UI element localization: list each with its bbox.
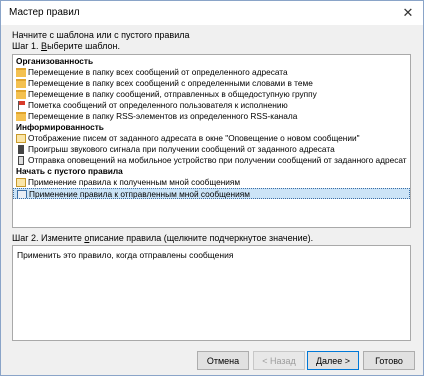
template-item[interactable]: Перемещение в папку сообщений, отправлен… <box>13 89 410 100</box>
template-item-label: Применение правила к полученным мной соо… <box>28 177 241 187</box>
intro-text: Начните с шаблона или с пустого правила <box>12 30 190 40</box>
folder-icon <box>16 112 26 121</box>
template-item-label: Применение правила к отправленным мной с… <box>29 189 250 199</box>
close-icon[interactable]: ✕ <box>393 1 423 25</box>
flag-icon <box>16 101 26 110</box>
template-item[interactable]: Перемещение в папку всех сообщений с опр… <box>13 78 410 89</box>
phone-icon <box>18 156 24 165</box>
envelope-icon <box>16 134 26 143</box>
template-item-selected[interactable]: Применение правила к отправленным мной с… <box>13 188 410 199</box>
template-item[interactable]: Проигрыш звукового сигнала при получении… <box>13 144 410 155</box>
folder-icon <box>16 68 26 77</box>
step2-label: Шаг 2. Измените описание правила (щелкни… <box>12 233 314 243</box>
template-item[interactable]: Перемещение в папку RSS-элементов из опр… <box>13 111 410 122</box>
envelope-icon <box>16 178 26 187</box>
template-item[interactable]: Перемещение в папку всех сообщений от оп… <box>13 67 410 78</box>
template-list[interactable]: Организованность Перемещение в папку всех… <box>12 54 411 228</box>
finish-button[interactable]: Готово <box>363 351 415 370</box>
template-item-label: Отправка оповещений на мобильное устройс… <box>28 155 407 165</box>
template-item[interactable]: Отображение писем от заданного адресата … <box>13 133 410 144</box>
template-item-label: Перемещение в папку сообщений, отправлен… <box>28 89 317 99</box>
back-button[interactable]: < Назад <box>253 351 305 370</box>
send-icon <box>17 190 27 198</box>
next-button[interactable]: Далее > <box>307 351 359 370</box>
template-item-label: Перемещение в папку всех сообщений от оп… <box>28 67 288 77</box>
group-header: Организованность <box>16 56 94 66</box>
template-item-label: Пометка сообщений от определенного польз… <box>28 100 288 110</box>
rule-description-box[interactable]: Применить это правило, когда отправлены … <box>12 245 411 341</box>
folder-icon <box>16 90 26 99</box>
title-bar: Мастер правил ✕ <box>1 1 423 25</box>
step1-label: Шаг 1. Выберите шаблон. <box>12 41 120 51</box>
cancel-button[interactable]: Отмена <box>197 351 249 370</box>
template-item-label: Отображение писем от заданного адресата … <box>28 133 360 143</box>
template-item-label: Перемещение в папку RSS-элементов из опр… <box>28 111 298 121</box>
template-item-label: Перемещение в папку всех сообщений с опр… <box>28 78 313 88</box>
folder-icon <box>16 79 26 88</box>
group-header: Информированность <box>16 122 104 132</box>
template-item[interactable]: Пометка сообщений от определенного польз… <box>13 100 410 111</box>
group-header: Начать с пустого правила <box>16 166 123 176</box>
template-item-label: Проигрыш звукового сигнала при получении… <box>28 144 335 154</box>
template-item[interactable]: Применение правила к полученным мной соо… <box>13 177 410 188</box>
speaker-icon <box>18 145 24 154</box>
window-title: Мастер правил <box>9 7 80 18</box>
rule-description-text: Применить это правило, когда отправлены … <box>17 250 234 260</box>
rules-wizard-window: Мастер правил ✕ Начните с шаблона или с … <box>0 0 424 376</box>
template-item[interactable]: Отправка оповещений на мобильное устройс… <box>13 155 410 166</box>
